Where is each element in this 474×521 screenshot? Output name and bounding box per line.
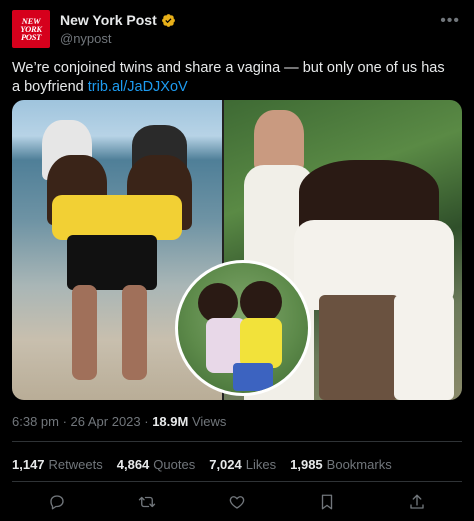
verified-badge-icon bbox=[161, 13, 175, 27]
avatar[interactable]: NEW YORK POST bbox=[12, 10, 50, 48]
quotes-label: Quotes bbox=[153, 457, 196, 472]
likes-stat[interactable]: 7,024 Likes bbox=[209, 457, 276, 472]
share-icon[interactable] bbox=[408, 493, 426, 511]
retweets-label: Retweets bbox=[48, 457, 103, 472]
bookmarks-label: Bookmarks bbox=[326, 457, 392, 472]
photo-inset-childhood[interactable] bbox=[175, 260, 311, 396]
engagement-stats: 1,147 Retweets 4,864 Quotes 7,024 Likes 1,9… bbox=[12, 457, 392, 472]
reply-icon[interactable] bbox=[48, 493, 66, 511]
likes-count: 7,024 bbox=[209, 457, 242, 472]
bookmarks-stat[interactable]: 1,985 Bookmarks bbox=[290, 457, 392, 472]
bookmark-icon[interactable] bbox=[318, 493, 336, 511]
views-count: 18.9M bbox=[152, 414, 189, 429]
retweets-count: 1,147 bbox=[12, 457, 45, 472]
tweet-header: NEW YORK POST New York Post @nypost ••• bbox=[12, 10, 462, 50]
tweet-text: We’re conjoined twins and share a vagina… bbox=[12, 59, 452, 97]
retweets-stat[interactable]: 1,147 Retweets bbox=[12, 457, 103, 472]
divider bbox=[12, 441, 462, 442]
display-name[interactable]: New York Post bbox=[60, 12, 157, 28]
retweet-icon[interactable] bbox=[138, 493, 156, 511]
views-label: Views bbox=[188, 414, 227, 429]
more-options-icon[interactable]: ••• bbox=[440, 12, 460, 30]
author-info: New York Post @nypost bbox=[60, 12, 176, 46]
divider bbox=[12, 481, 462, 482]
avatar-text-line-3: POST bbox=[20, 32, 42, 42]
quotes-count: 4,864 bbox=[116, 457, 150, 472]
like-icon[interactable] bbox=[228, 493, 246, 511]
action-bar bbox=[12, 488, 462, 516]
bookmarks-count: 1,985 bbox=[290, 457, 323, 472]
handle[interactable]: @nypost bbox=[60, 31, 176, 46]
tweet-link[interactable]: trib.al/JaDJXoV bbox=[88, 79, 188, 95]
tweet-body: We’re conjoined twins and share a vagina… bbox=[12, 60, 445, 95]
display-name-row[interactable]: New York Post bbox=[60, 12, 176, 28]
tweet-media[interactable] bbox=[12, 100, 462, 400]
time-date[interactable]: 6:38 pm · 26 Apr 2023 · bbox=[12, 414, 152, 429]
quotes-stat[interactable]: 4,864 Quotes bbox=[117, 457, 195, 472]
likes-label: Likes bbox=[245, 457, 277, 472]
tweet-timestamp[interactable]: 6:38 pm · 26 Apr 2023 · 18.9M Views bbox=[12, 414, 226, 429]
